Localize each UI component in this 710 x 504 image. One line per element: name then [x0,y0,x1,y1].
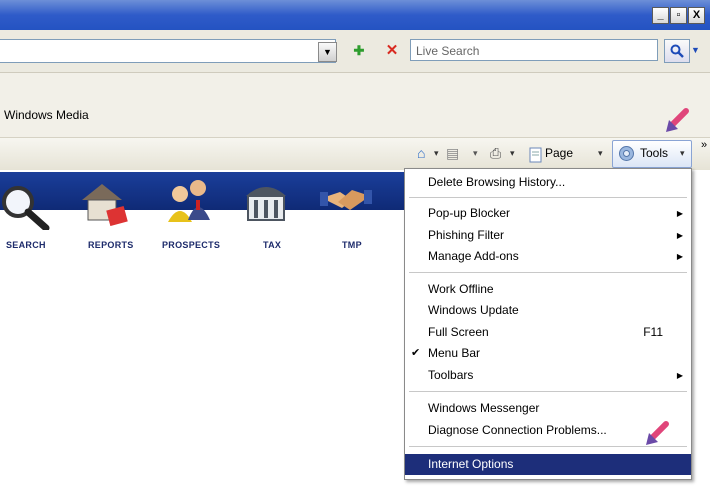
tools-label: Tools [640,146,669,160]
chevron-more-icon[interactable]: » [701,139,707,151]
menu-item-label: Windows Update [428,303,519,317]
menu-item-internet-options[interactable]: Internet Options [405,454,691,475]
feeds-dropdown-icon[interactable]: ▾ [473,143,478,163]
menu-item-windows-update[interactable]: Windows Update [405,300,691,321]
page-menu-button[interactable]: Page [545,146,573,160]
address-input[interactable] [0,39,336,63]
menu-item-shortcut: F11 [643,325,663,339]
banner-label-reports[interactable]: REPORTS [88,240,134,250]
house-icon[interactable] [78,178,130,226]
banner-label-search[interactable]: SEARCH [6,240,46,250]
menu-separator [409,391,687,392]
maximize-button[interactable]: ▫ [670,7,687,24]
menu-item-popup-blocker[interactable]: Pop-up Blocker ▶ [405,203,691,224]
command-bar [0,138,710,170]
feeds-icon[interactable]: ▤ [446,143,459,163]
stop-icon[interactable]: ✕ [382,41,402,61]
print-dropdown-icon[interactable]: ▾ [510,143,515,163]
building-icon[interactable] [240,176,292,224]
submenu-arrow-icon: ▶ [676,252,683,261]
page-icon [529,147,542,163]
menu-item-menu-bar[interactable]: ✔ Menu Bar [405,343,691,364]
menu-item-label: Pop-up Blocker [428,206,511,220]
refresh-icon[interactable]: ✚ [346,41,372,61]
home-dropdown-icon[interactable]: ▾ [434,143,439,163]
minimize-button[interactable]: _ [652,7,669,24]
close-button[interactable]: X [688,7,705,24]
gear-icon [619,146,634,161]
submenu-arrow-icon: ▶ [676,371,683,380]
menu-item-label: Full Screen [428,325,489,339]
menu-item-label: Diagnose Connection Problems... [428,423,607,437]
menu-item-toolbars[interactable]: Toolbars ▶ [405,365,691,386]
windows-media-link[interactable]: Windows Media [4,108,89,122]
links-toolbar [0,73,710,138]
pointer-arrow-icon [666,108,689,132]
menu-item-label: Windows Messenger [428,401,540,415]
address-dropdown-button[interactable]: ▼ [318,42,337,62]
tools-dropdown-icon[interactable]: ▾ [680,143,685,163]
menu-item-label: Menu Bar [428,346,481,360]
banner-label-tax[interactable]: TAX [263,240,281,250]
menu-item-manage-addons[interactable]: Manage Add-ons ▶ [405,246,691,267]
search-options-dropdown[interactable]: ▼ [691,39,705,61]
menu-item-label: Internet Options [428,457,514,471]
menu-separator [409,197,687,198]
menu-item-work-offline[interactable]: Work Offline [405,279,691,300]
search-input[interactable]: Live Search [410,39,658,61]
banner-label-prospects[interactable]: PROSPECTS [162,240,220,250]
menu-item-windows-messenger[interactable]: Windows Messenger [405,398,691,419]
menu-item-label: Manage Add-ons [428,249,519,263]
submenu-arrow-icon: ▶ [676,231,683,240]
people-icon[interactable] [162,176,214,224]
handshake-icon[interactable] [320,178,372,226]
checkmark-icon: ✔ [411,347,421,359]
submenu-arrow-icon: ▶ [676,209,683,218]
magnifier-icon[interactable] [0,182,52,230]
menu-item-label: Work Offline [428,282,494,296]
menu-item-phishing-filter[interactable]: Phishing Filter ▶ [405,225,691,246]
title-bar [0,0,710,30]
menu-item-label: Phishing Filter [428,228,505,242]
search-icon[interactable] [664,39,690,63]
menu-separator [409,272,687,273]
menu-item-full-screen[interactable]: Full Screen F11 [405,322,691,343]
page-dropdown-icon[interactable]: ▾ [598,143,603,163]
menu-item-label: Delete Browsing History... [428,175,566,189]
banner-label-tmp[interactable]: TMP [342,240,362,250]
pointer-arrow-icon [646,421,669,445]
menu-item-delete-browsing-history[interactable]: Delete Browsing History... [405,172,691,193]
print-icon[interactable]: ⎙ [490,143,501,163]
home-icon[interactable]: ⌂ [417,143,425,163]
menu-item-label: Toolbars [428,368,474,382]
